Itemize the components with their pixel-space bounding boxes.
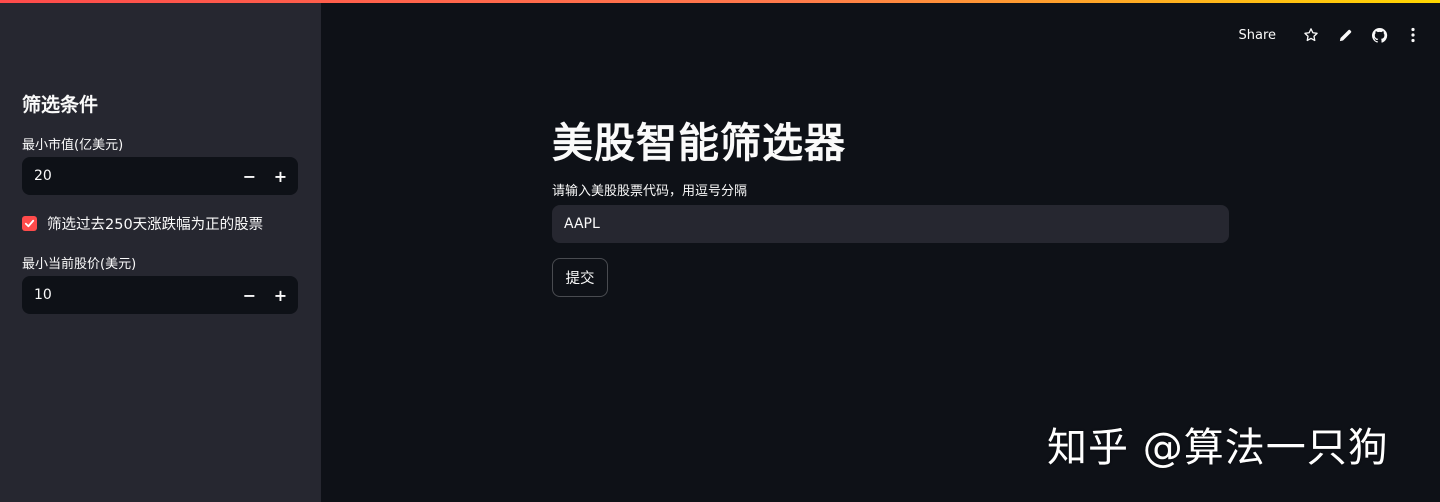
sidebar-title: 筛选条件 <box>22 94 99 116</box>
min-price-value[interactable]: 10 <box>22 287 234 303</box>
min-price-decrement-button[interactable]: − <box>234 276 265 314</box>
min-market-cap-label: 最小市值(亿美元) <box>22 138 124 153</box>
page-title: 美股智能筛选器 <box>552 119 846 167</box>
min-price-input[interactable]: 10 − + <box>22 276 298 314</box>
watermark: 知乎 @算法一只狗 <box>1047 425 1389 471</box>
ticker-input[interactable]: AAPL <box>552 205 1229 243</box>
star-icon[interactable] <box>1294 22 1328 48</box>
pencil-icon[interactable] <box>1328 22 1362 48</box>
submit-button[interactable]: 提交 <box>552 258 608 297</box>
ticker-input-label: 请输入美股股票代码，用逗号分隔 <box>552 184 748 199</box>
top-toolbar: Share <box>1238 22 1430 48</box>
top-accent-bar <box>0 0 1440 3</box>
positive-return-checkbox[interactable] <box>22 215 37 231</box>
positive-return-filter[interactable]: 筛选过去250天涨跌幅为正的股票 <box>22 212 263 234</box>
min-market-cap-input[interactable]: 20 − + <box>22 157 298 195</box>
github-icon[interactable] <box>1362 22 1396 48</box>
check-icon <box>24 219 35 227</box>
share-button[interactable]: Share <box>1238 28 1276 43</box>
app-root: 筛选条件 最小市值(亿美元) 20 − + 筛选过去250天涨跌幅为正的股票 最… <box>0 0 1440 502</box>
min-market-cap-decrement-button[interactable]: − <box>234 157 265 195</box>
min-market-cap-value[interactable]: 20 <box>22 168 234 184</box>
min-price-increment-button[interactable]: + <box>265 276 296 314</box>
sidebar: 筛选条件 最小市值(亿美元) 20 − + 筛选过去250天涨跌幅为正的股票 最… <box>0 0 321 502</box>
positive-return-label: 筛选过去250天涨跌幅为正的股票 <box>47 216 264 233</box>
min-market-cap-increment-button[interactable]: + <box>265 157 296 195</box>
min-price-label: 最小当前股价(美元) <box>22 257 137 272</box>
more-vertical-icon[interactable] <box>1396 22 1430 48</box>
